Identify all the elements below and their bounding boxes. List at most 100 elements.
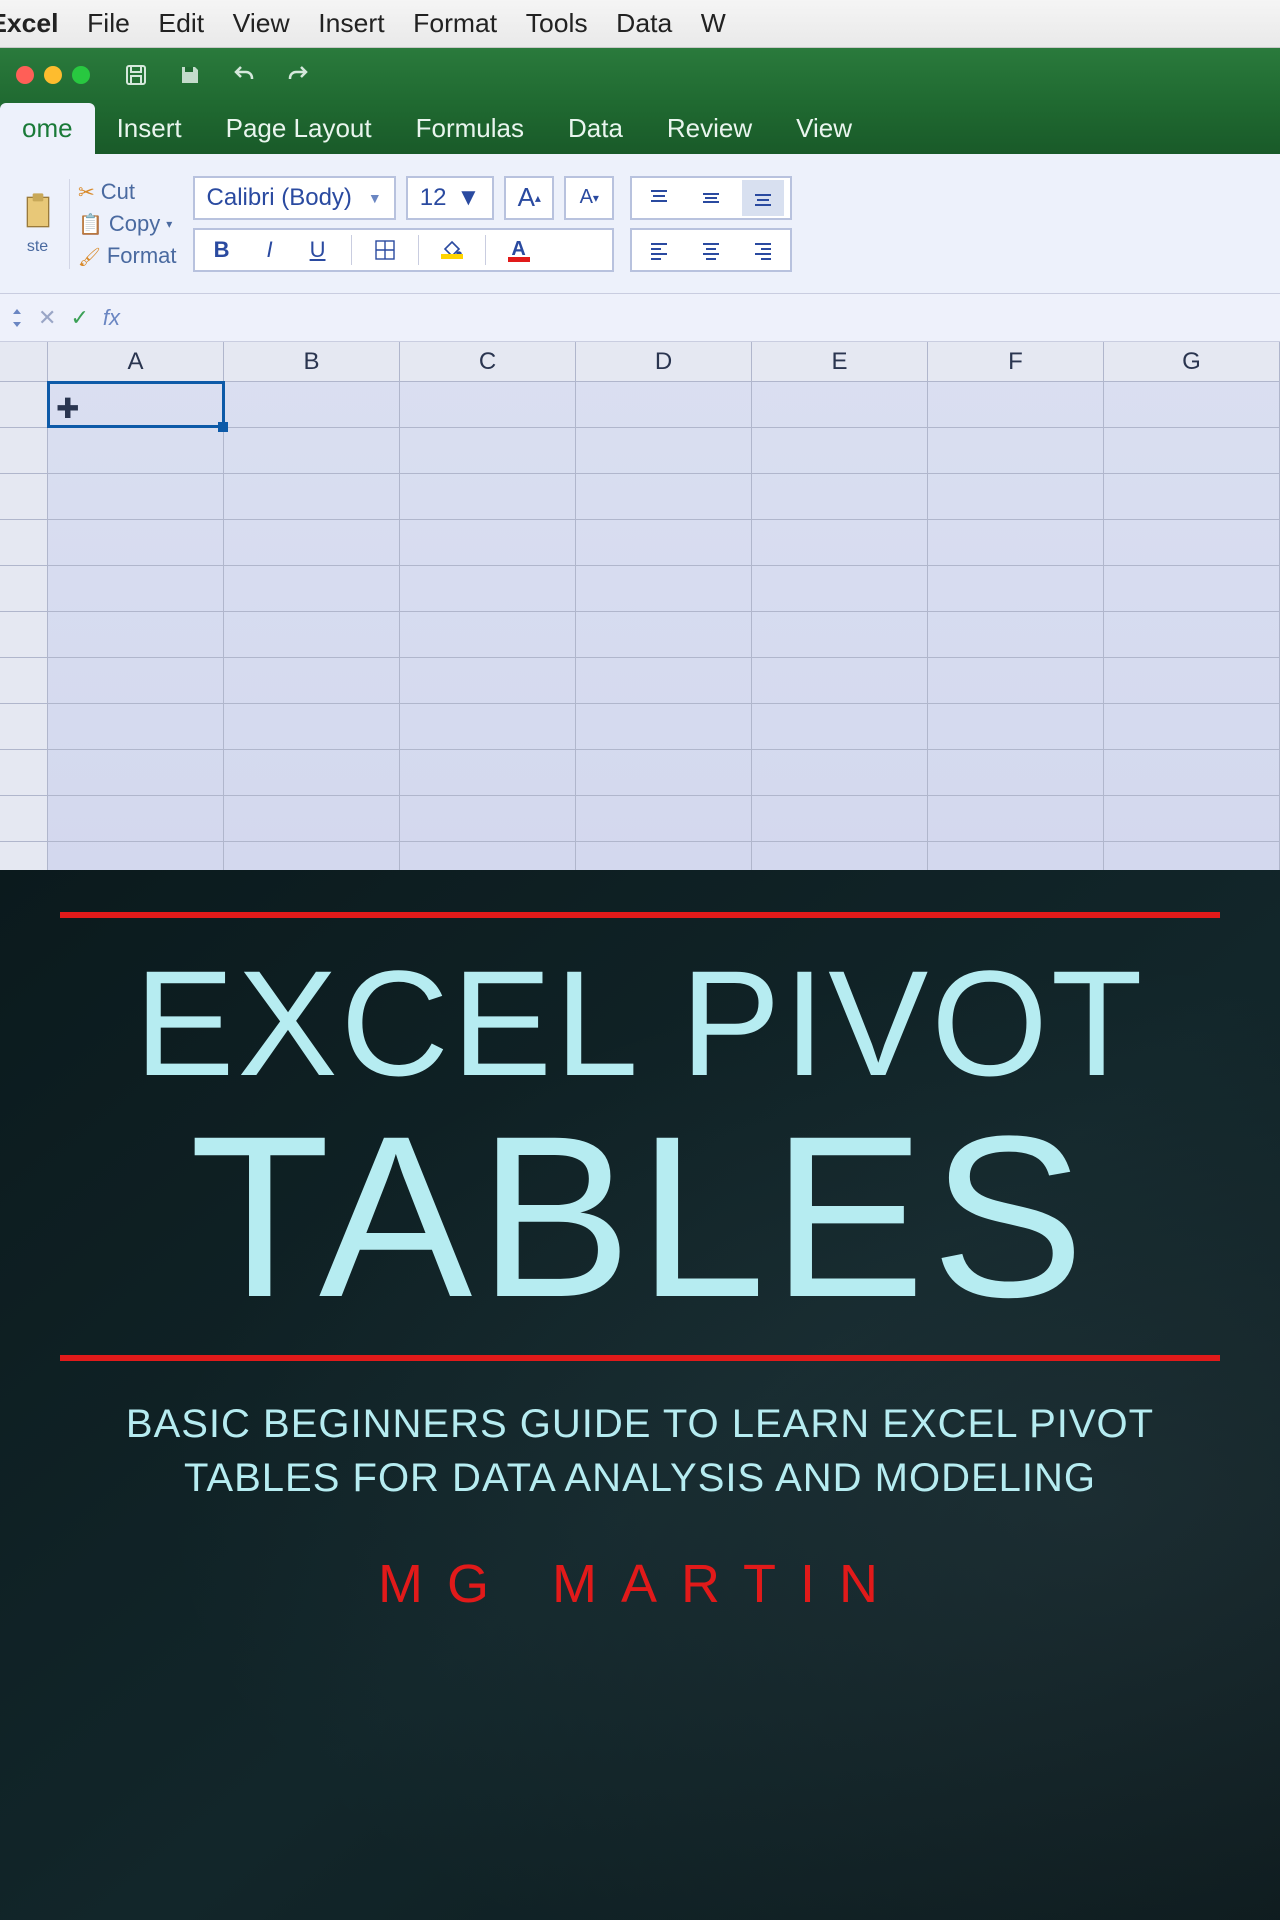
tab-data[interactable]: Data [546, 103, 645, 154]
format-painter-button[interactable]: Format [78, 243, 177, 269]
cell[interactable] [752, 704, 928, 749]
row-header[interactable] [0, 382, 48, 427]
menu-tools[interactable]: Tools [526, 8, 588, 39]
cell[interactable] [752, 658, 928, 703]
cell[interactable] [576, 428, 752, 473]
cell[interactable] [752, 428, 928, 473]
row-header[interactable] [0, 520, 48, 565]
row-header[interactable] [0, 704, 48, 749]
bold-button[interactable]: B [203, 232, 241, 268]
name-box[interactable] [10, 307, 24, 329]
cell[interactable] [400, 704, 576, 749]
col-header-g[interactable]: G [1104, 342, 1280, 381]
cell[interactable] [928, 566, 1104, 611]
cell[interactable] [1104, 796, 1280, 841]
menu-file[interactable]: File [87, 8, 130, 39]
cell[interactable] [928, 428, 1104, 473]
cell[interactable] [928, 382, 1104, 427]
cell[interactable] [48, 428, 224, 473]
tab-review[interactable]: Review [645, 103, 774, 154]
minimize-window-icon[interactable] [44, 66, 62, 84]
col-header-f[interactable]: F [928, 342, 1104, 381]
cell[interactable] [1104, 520, 1280, 565]
cell[interactable] [224, 704, 400, 749]
cut-button[interactable]: Cut [78, 179, 177, 205]
font-size-select[interactable]: 12▼ [406, 176, 494, 220]
save-icon[interactable] [118, 57, 154, 93]
row-header[interactable] [0, 566, 48, 611]
cell[interactable] [928, 842, 1104, 870]
cell[interactable] [752, 382, 928, 427]
align-top-button[interactable] [638, 180, 680, 216]
tab-view[interactable]: View [774, 103, 874, 154]
cell[interactable] [576, 704, 752, 749]
cell[interactable] [752, 566, 928, 611]
cell[interactable] [928, 520, 1104, 565]
cell[interactable] [1104, 658, 1280, 703]
align-middle-button[interactable] [690, 180, 732, 216]
redo-icon[interactable] [280, 57, 316, 93]
cell[interactable] [1104, 474, 1280, 519]
cell[interactable] [400, 612, 576, 657]
italic-button[interactable]: I [251, 232, 289, 268]
cell[interactable] [1104, 704, 1280, 749]
cell[interactable] [224, 520, 400, 565]
close-window-icon[interactable] [16, 66, 34, 84]
cell[interactable] [928, 796, 1104, 841]
col-header-e[interactable]: E [752, 342, 928, 381]
menu-window-truncated[interactable]: W [701, 8, 726, 39]
cell[interactable] [576, 612, 752, 657]
cell[interactable] [224, 658, 400, 703]
align-left-button[interactable] [638, 232, 680, 268]
cancel-icon[interactable]: ✕ [38, 305, 56, 331]
select-all-corner[interactable] [0, 342, 48, 381]
cell[interactable] [48, 474, 224, 519]
cell[interactable] [576, 520, 752, 565]
row-header[interactable] [0, 428, 48, 473]
cell[interactable] [400, 520, 576, 565]
menu-view[interactable]: View [233, 8, 290, 39]
cell[interactable] [400, 658, 576, 703]
cell[interactable] [400, 796, 576, 841]
cell[interactable] [576, 842, 752, 870]
fx-label[interactable]: fx [103, 305, 120, 331]
align-bottom-button[interactable] [742, 180, 784, 216]
cell[interactable] [752, 750, 928, 795]
cell[interactable] [48, 566, 224, 611]
row-header[interactable] [0, 796, 48, 841]
cell[interactable] [400, 474, 576, 519]
cell[interactable] [752, 842, 928, 870]
col-header-c[interactable]: C [400, 342, 576, 381]
increase-font-size-button[interactable]: A▴ [504, 176, 554, 220]
decrease-font-size-button[interactable]: A▾ [564, 176, 614, 220]
cell[interactable] [752, 474, 928, 519]
align-right-button[interactable] [742, 232, 784, 268]
cell[interactable] [224, 566, 400, 611]
cell[interactable] [1104, 428, 1280, 473]
cell[interactable] [928, 704, 1104, 749]
cell[interactable] [576, 796, 752, 841]
menu-edit[interactable]: Edit [158, 8, 204, 39]
cell[interactable] [1104, 750, 1280, 795]
cell[interactable] [400, 750, 576, 795]
maximize-window-icon[interactable] [72, 66, 90, 84]
row-header[interactable] [0, 750, 48, 795]
cell[interactable] [576, 566, 752, 611]
cell[interactable] [752, 612, 928, 657]
cell[interactable] [48, 842, 224, 870]
font-color-button[interactable]: A [500, 232, 538, 268]
cell[interactable] [576, 658, 752, 703]
tab-page-layout[interactable]: Page Layout [204, 103, 394, 154]
cell[interactable] [224, 474, 400, 519]
cell[interactable] [48, 658, 224, 703]
cell[interactable] [928, 658, 1104, 703]
col-header-d[interactable]: D [576, 342, 752, 381]
cell[interactable] [400, 566, 576, 611]
cell[interactable] [1104, 842, 1280, 870]
cell[interactable] [48, 750, 224, 795]
fill-color-button[interactable] [433, 232, 471, 268]
cell[interactable] [48, 704, 224, 749]
tab-formulas[interactable]: Formulas [394, 103, 546, 154]
cell[interactable] [928, 750, 1104, 795]
copy-button[interactable]: Copy ▾ [78, 211, 177, 237]
